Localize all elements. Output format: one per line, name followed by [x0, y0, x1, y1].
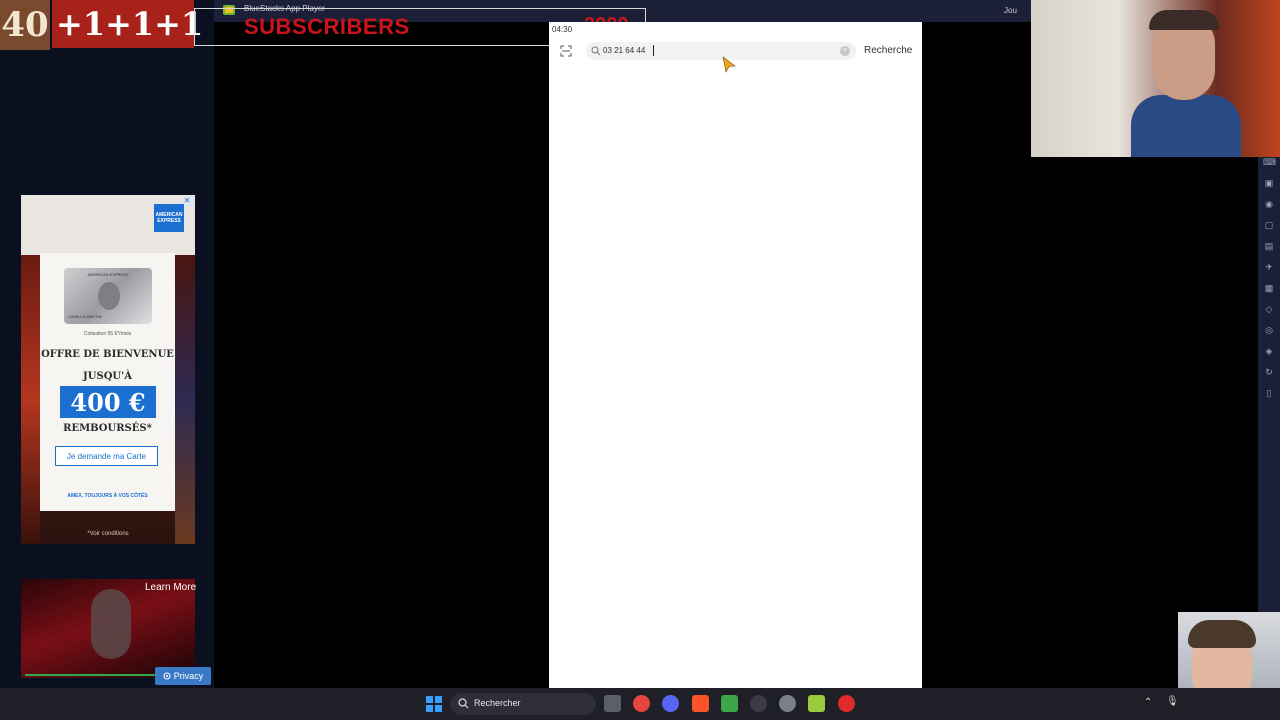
card-fee-caption: Cotisation 55 €*/mois [83, 331, 132, 337]
ad-offer-panel: AMERICAN EXPRESS CAMILLE MARTIN Cotisati… [40, 253, 175, 511]
layers-icon[interactable]: ◈ [1263, 345, 1275, 357]
search-input-value[interactable]: 03 21 64 44 [603, 46, 645, 55]
webcam-guest-hair [1188, 620, 1256, 648]
request-card-button[interactable]: Je demande ma Carte [55, 446, 158, 466]
keyboard-icon[interactable]: ⌨ [1263, 156, 1276, 168]
microphone-icon[interactable]: 🎙 [1166, 696, 1179, 707]
search-button[interactable]: Recherche [864, 45, 912, 56]
video-ad[interactable] [21, 579, 195, 678]
streamer-webcam [1031, 0, 1280, 157]
text-caret [653, 45, 654, 56]
amex-logo: AMERICAN EXPRESS [154, 204, 184, 232]
brave-icon[interactable] [692, 695, 709, 712]
discord-icon[interactable] [662, 695, 679, 712]
screen: BlueStacks App Player Jou 40 +1 +1 +1 SU… [0, 0, 1280, 720]
taskbar-search-placeholder[interactable]: Rechercher [474, 698, 521, 708]
ad-tagline: AMEX, TOUJOURS À VOS CÔTÉS [67, 493, 148, 499]
location-icon[interactable]: ◎ [1263, 324, 1275, 336]
learn-more-link[interactable]: Learn More [145, 582, 196, 593]
record-icon[interactable]: ▢ [1263, 219, 1275, 231]
file-explorer-icon[interactable] [604, 695, 621, 712]
card-brand-text: AMERICAN EXPRESS [87, 272, 129, 277]
amex-ad[interactable]: ✕ AMERICAN EXPRESS AMERICAN EXPRESS CAMI… [21, 195, 195, 544]
privacy-button[interactable]: Privacy [155, 667, 211, 685]
settings-icon[interactable] [779, 695, 796, 712]
clear-icon[interactable]: × [840, 46, 850, 56]
webcam-person-body [1131, 95, 1241, 157]
offer-line-2: JUSQU'À [83, 371, 132, 382]
offer-amount: 400 € [60, 386, 156, 418]
mouse-cursor-icon [722, 56, 736, 73]
follower-counter: 40 [0, 0, 50, 50]
windows-start-icon[interactable] [426, 696, 442, 712]
more-icon[interactable]: ▯ [1263, 387, 1275, 399]
video-progress-bar [25, 674, 155, 676]
ad-background-left [21, 255, 40, 544]
subscriber-goal-label: SUBSCRIBERS [244, 14, 410, 39]
plus-one-strip: +1 +1 +1 [52, 0, 203, 48]
folder-icon[interactable]: ▤ [1263, 240, 1275, 252]
plus-one: +1 [105, 5, 155, 43]
camera-icon[interactable]: ◉ [1263, 198, 1275, 210]
offer-line-1: OFFRE DE BIENVENUE [41, 349, 174, 360]
search-icon [591, 46, 601, 56]
ad-background-right [175, 255, 195, 544]
screenshot-icon[interactable]: ▣ [1263, 177, 1275, 189]
sync-icon[interactable]: ↻ [1263, 366, 1275, 378]
bluestacks-icon[interactable] [808, 695, 825, 712]
card-holder-name: CAMILLE MARTIN [68, 314, 102, 319]
tray-overflow-icon[interactable]: ⌃ [1144, 697, 1152, 708]
android-screen[interactable] [549, 22, 922, 688]
plus-one: +1 [56, 5, 106, 43]
status-bar-time: 04:30 [552, 25, 573, 34]
offer-line-3: REMBOURSÉS* [63, 423, 152, 434]
scan-icon[interactable] [560, 45, 572, 57]
files-icon[interactable]: ▦ [1263, 282, 1275, 294]
amex-card-image: AMERICAN EXPRESS CAMILLE MARTIN [64, 268, 152, 324]
search-icon [458, 698, 469, 709]
centurion-icon [98, 282, 120, 310]
eco-icon[interactable]: ◇ [1263, 303, 1275, 315]
titlebar-account-label[interactable]: Jou [1004, 6, 1017, 15]
chrome-icon[interactable] [633, 695, 650, 712]
ad-conditions-link[interactable]: *Voir conditions [21, 531, 195, 537]
youtube-icon[interactable] [838, 695, 855, 712]
video-thumbnail-figure [91, 589, 131, 659]
gear-icon [163, 672, 171, 680]
airplane-icon[interactable]: ✈ [1263, 261, 1275, 273]
privacy-label: Privacy [173, 671, 204, 681]
webcam-person-cap [1149, 10, 1219, 30]
app-icon[interactable] [750, 695, 767, 712]
taskbar-search[interactable] [450, 693, 596, 715]
excel-icon[interactable] [721, 695, 738, 712]
